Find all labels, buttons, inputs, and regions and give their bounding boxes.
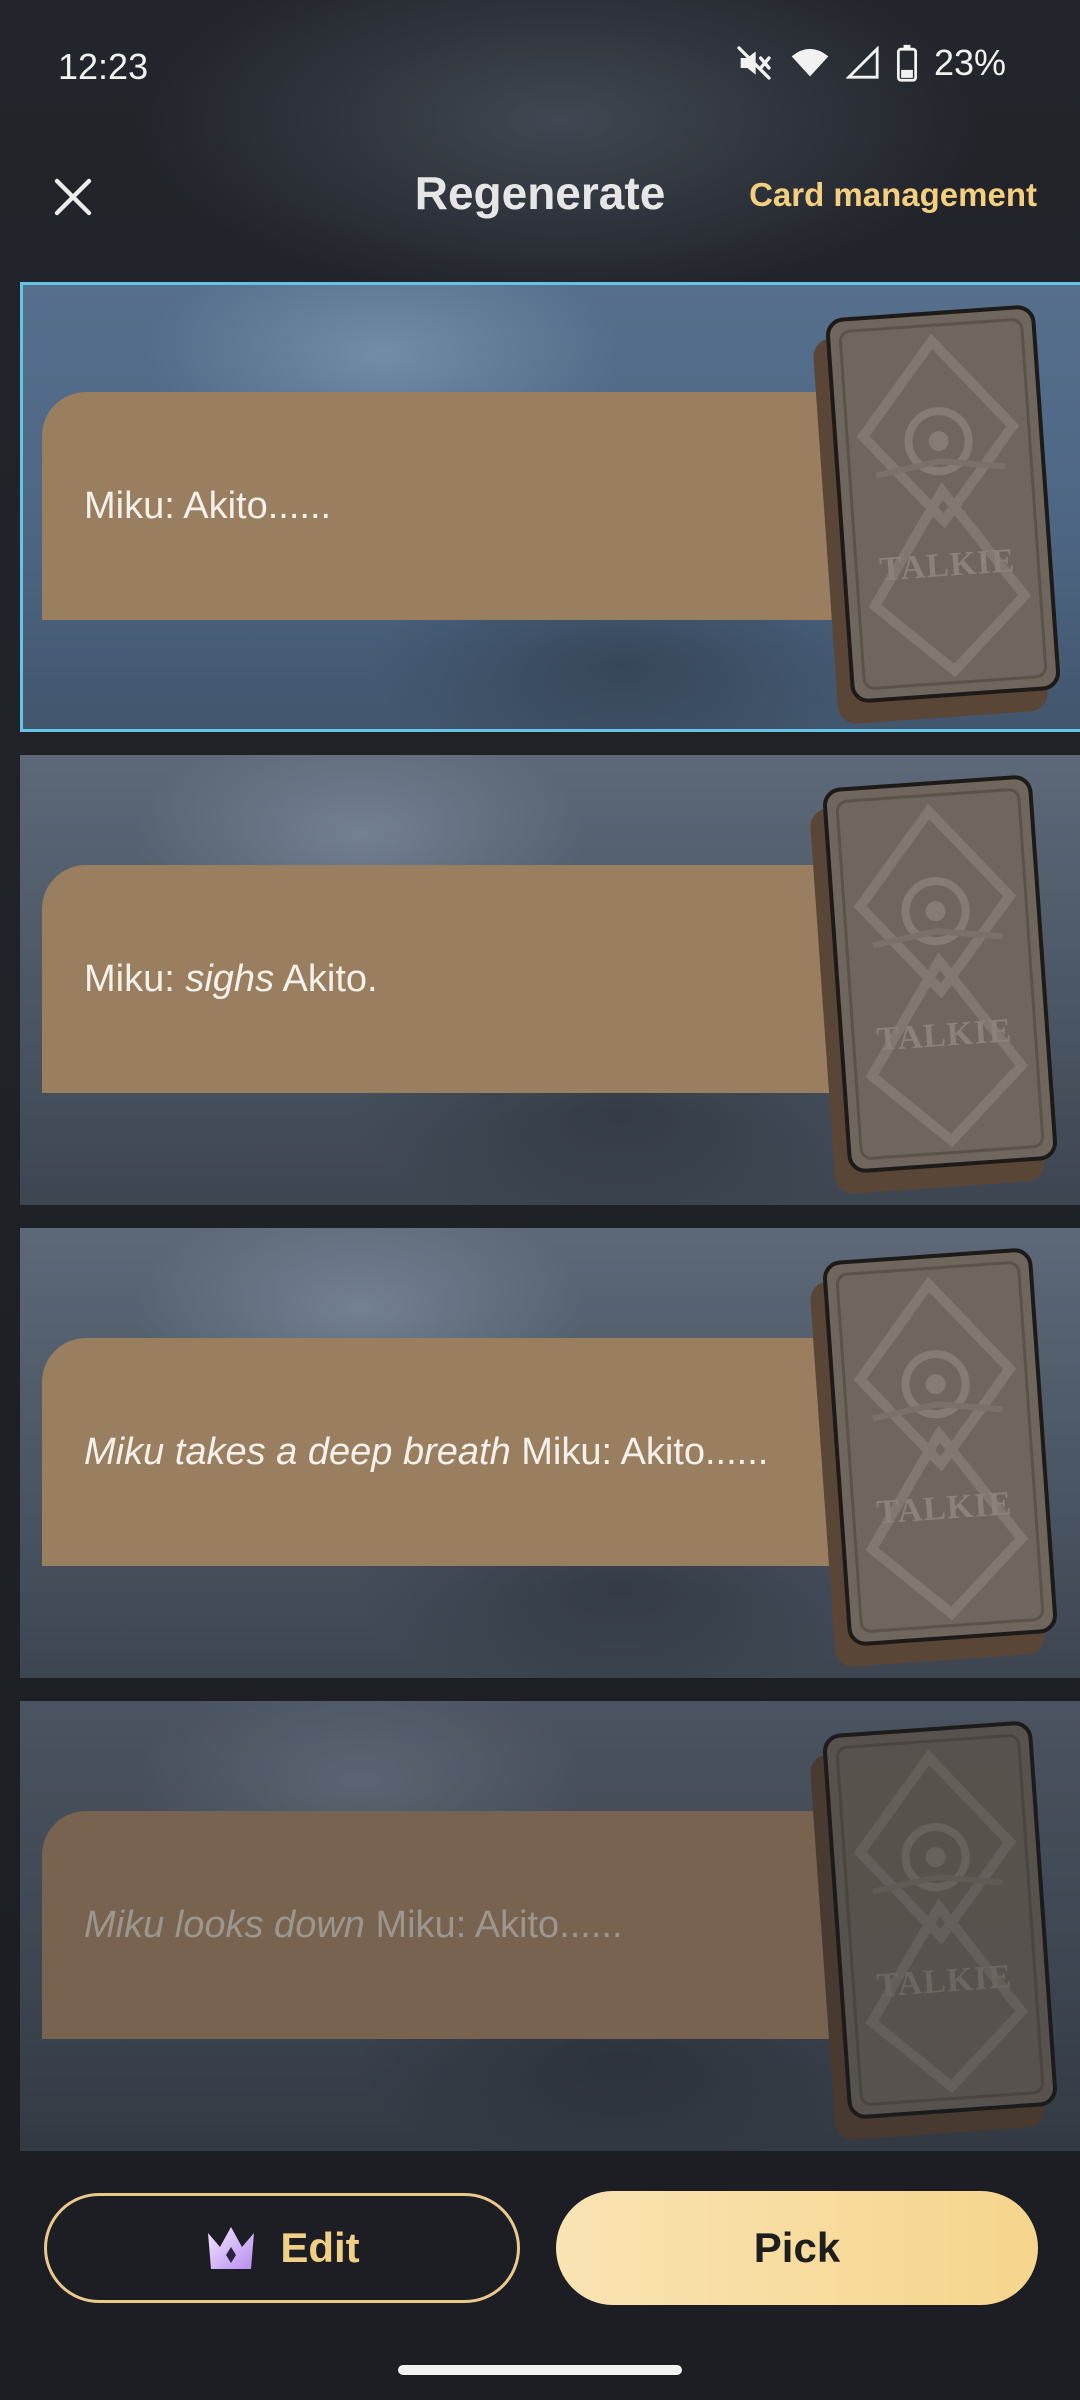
regenerate-option[interactable]: Miku takes a deep breath Miku: Akito....… (20, 1228, 1080, 1678)
message-text: Miku looks down Miku: Akito...... (84, 1904, 623, 1947)
message-text: Miku: Akito...... (84, 485, 331, 528)
message-bubble: Miku: sighs Akito. (42, 865, 922, 1093)
card-back: TALKIE (809, 1720, 1059, 2141)
message-bubble: Miku takes a deep breath Miku: Akito....… (42, 1338, 922, 1566)
dialogue-text: Miku: Akito...... (84, 484, 332, 527)
regenerate-options-list: Miku: Akito...... TALKIE Miku: sighs Aki… (20, 282, 1080, 2174)
card-emblem-icon: TALKIE (835, 1734, 1045, 2106)
card-back: TALKIE (809, 1247, 1059, 1668)
card-logo-text: TALKIE (878, 542, 1016, 588)
wifi-icon (790, 43, 830, 83)
signal-icon (845, 46, 880, 80)
crown-icon (208, 2227, 255, 2269)
message-text: Miku: sighs Akito. (84, 958, 378, 1001)
dialogue-text: Miku: (84, 957, 186, 1000)
edit-button[interactable]: Edit (44, 2193, 520, 2303)
card-logo-text: TALKIE (875, 1958, 1013, 2004)
action-text: sighs (185, 957, 275, 1000)
close-icon (54, 178, 92, 216)
status-icons: 23% (734, 42, 1006, 84)
action-text: Miku takes a deep breath (84, 1430, 511, 1473)
header: Regenerate Card management (0, 140, 1080, 250)
action-text: Miku looks down (84, 1903, 365, 1946)
card-logo-text: TALKIE (875, 1012, 1013, 1058)
status-bar: 12:23 23% (0, 0, 1080, 135)
card-emblem-icon: TALKIE (838, 318, 1048, 690)
card-management-link[interactable]: Card management (749, 176, 1037, 214)
mute-icon (734, 43, 774, 83)
card-back: TALKIE (809, 774, 1059, 1195)
pick-label: Pick (753, 2224, 841, 2271)
status-time: 12:23 (58, 46, 149, 87)
edit-label: Edit (280, 2224, 360, 2271)
card-logo-text: TALKIE (875, 1485, 1013, 1531)
dialogue-text: Akito. (274, 957, 378, 1000)
close-button[interactable] (38, 162, 108, 232)
message-bubble: Miku looks down Miku: Akito...... (42, 1811, 922, 2039)
card-emblem-icon: TALKIE (835, 788, 1045, 1160)
battery-percent: 23% (933, 42, 1006, 83)
pick-button[interactable]: Pick (556, 2191, 1038, 2305)
dialogue-text: Miku: Akito...... (364, 1903, 623, 1946)
message-bubble: Miku: Akito...... (42, 392, 922, 620)
bottom-bar: Edit Pick (0, 2160, 1080, 2400)
regenerate-option[interactable]: Miku: sighs Akito. TALKIE (20, 755, 1080, 1205)
card-back: TALKIE (812, 304, 1062, 725)
regenerate-option[interactable]: Miku looks down Miku: Akito...... TALKIE (20, 1701, 1080, 2151)
card-emblem-icon: TALKIE (835, 1261, 1045, 1633)
message-text: Miku takes a deep breath Miku: Akito....… (84, 1431, 768, 1474)
dialogue-text: Miku: Akito...... (510, 1430, 769, 1473)
regenerate-option[interactable]: Miku: Akito...... TALKIE (20, 282, 1080, 732)
home-indicator[interactable] (398, 2365, 682, 2375)
battery-icon (896, 44, 918, 82)
